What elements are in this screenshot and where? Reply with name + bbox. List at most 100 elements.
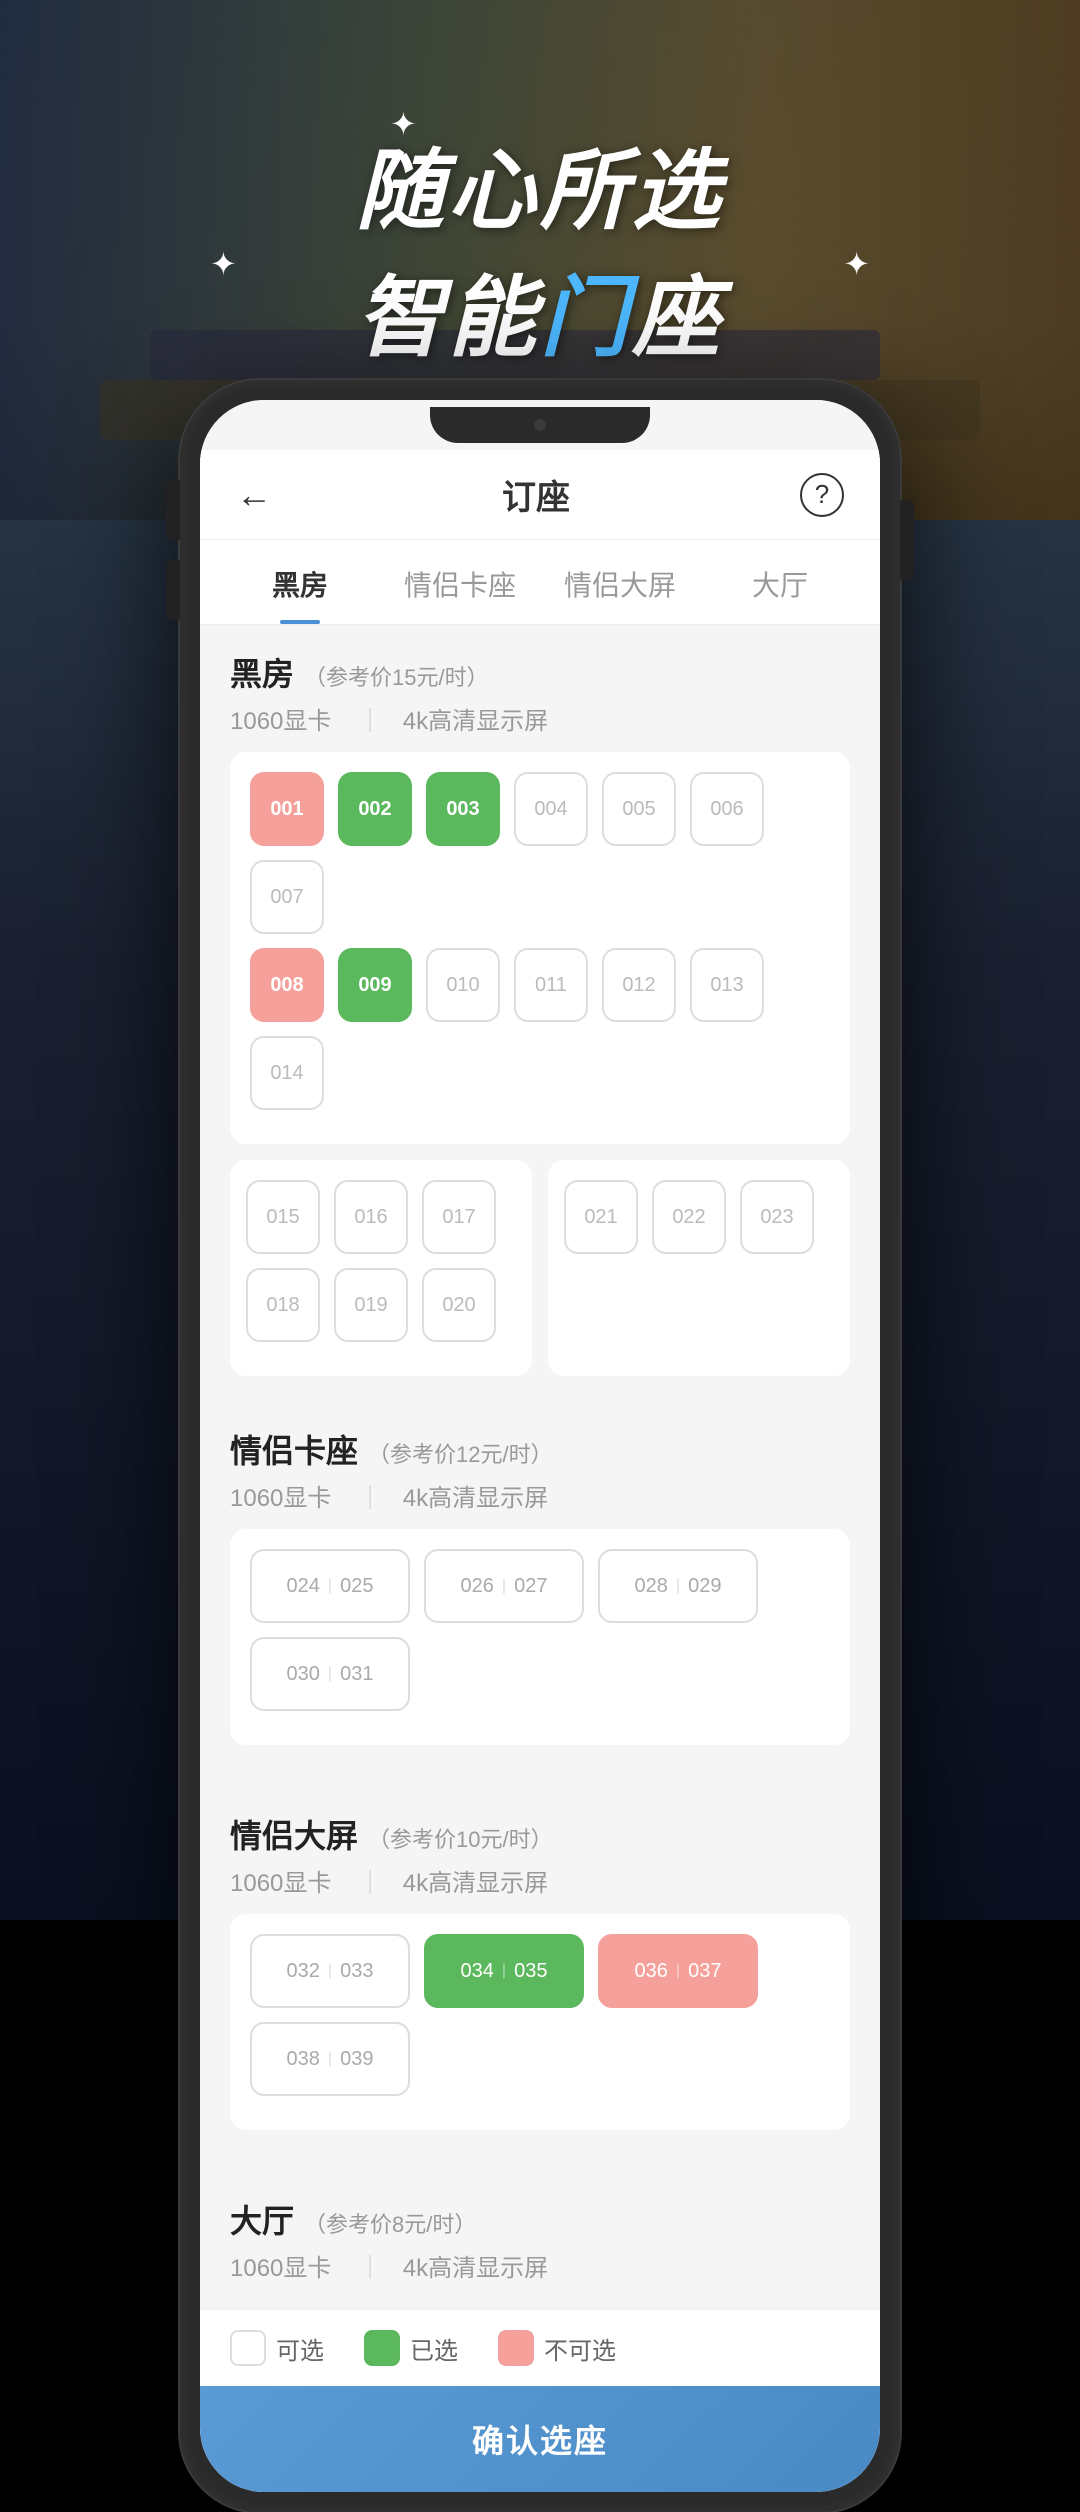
hall-name: 大厅 <box>230 2196 294 2242</box>
seat-013[interactable]: 013 <box>690 948 764 1022</box>
couple-card-title-row: 情侣卡座 （参考价12元/时） <box>230 1426 850 1472</box>
tab-couple-screen[interactable]: 情侣大屏 <box>540 540 700 624</box>
seat-014[interactable]: 014 <box>250 1036 324 1110</box>
dark-room-title-row: 黑房 （参考价15元/时） <box>230 649 850 695</box>
hall-title-row: 大厅 （参考价8元/时） <box>230 2196 850 2242</box>
couple-screen-row: 032 | 033 034 | 035 036 | <box>250 1934 830 2096</box>
seat-015[interactable]: 015 <box>246 1180 320 1254</box>
tab-hall[interactable]: 大厅 <box>700 540 860 624</box>
seat-005[interactable]: 005 <box>602 772 676 846</box>
seat-006[interactable]: 006 <box>690 772 764 846</box>
dark-room-spec: 1060显卡 ｜ 4k高清显示屏 <box>230 701 850 736</box>
couple-screen-038-039[interactable]: 038 | 039 <box>250 2022 410 2096</box>
legend-occupied-label: 不可选 <box>544 2331 616 2366</box>
couple-seat-028-029[interactable]: 028 | 029 <box>598 1549 758 1623</box>
seat-008[interactable]: 008 <box>250 948 324 1022</box>
seat-020[interactable]: 020 <box>422 1268 496 1342</box>
couple-card-row: 024 | 025 026 | 027 028 | <box>250 1549 830 1711</box>
couple-screen-034-035[interactable]: 034 | 035 <box>424 1934 584 2008</box>
legend-available-label: 可选 <box>276 2331 324 2366</box>
seat-row-3: 015 016 017 <box>246 1180 516 1254</box>
legend-selected-box <box>364 2330 400 2366</box>
seat-021[interactable]: 021 <box>564 1180 638 1254</box>
couple-seat-030-031[interactable]: 030 | 031 <box>250 1637 410 1711</box>
couple-screen-seat-area: 032 | 033 034 | 035 036 | <box>230 1914 850 2130</box>
tab-couple-card[interactable]: 情侣卡座 <box>380 540 540 624</box>
app-content: ← 订座 ? 黑房 情侣卡座 情侣大屏 <box>200 450 880 2492</box>
seat-002[interactable]: 002 <box>338 772 412 846</box>
page-title: 订座 <box>502 470 570 519</box>
couple-seat-024-025[interactable]: 024 | 025 <box>250 1549 410 1623</box>
seat-row-2: 008 009 010 011 012 013 014 <box>250 948 830 1110</box>
couple-screen-section: 情侣大屏 （参考价10元/时） 1060显卡 ｜ 4k高清显示屏 032 | <box>200 1787 880 2156</box>
hero-line2-suffix: 座 <box>632 268 724 367</box>
couple-screen-036-037[interactable]: 036 | 037 <box>598 1934 758 2008</box>
star-icon-3: ✦ <box>843 245 870 283</box>
seat-023[interactable]: 023 <box>740 1180 814 1254</box>
dark-room-section: 黑房 （参考价15元/时） 1060显卡 ｜ 4k高清显示屏 001 002 <box>200 625 880 1386</box>
seat-018[interactable]: 018 <box>246 1268 320 1342</box>
couple-seat-026-027[interactable]: 026 | 027 <box>424 1549 584 1623</box>
couple-screen-name: 情侣大屏 <box>230 1811 358 1857</box>
seat-012[interactable]: 012 <box>602 948 676 1022</box>
volume-down-button <box>166 560 180 620</box>
tab-dark-room[interactable]: 黑房 <box>220 540 380 624</box>
seat-row-4: 018 019 020 <box>246 1268 516 1342</box>
couple-card-name: 情侣卡座 <box>230 1426 358 1472</box>
phone-mockup: ← 订座 ? 黑房 情侣卡座 情侣大屏 <box>180 380 900 2512</box>
power-button <box>900 500 914 580</box>
volume-up-button <box>166 480 180 540</box>
seat-016[interactable]: 016 <box>334 1180 408 1254</box>
seat-011[interactable]: 011 <box>514 948 588 1022</box>
app-header: ← 订座 ? <box>200 450 880 540</box>
hall-section: 大厅 （参考价8元/时） 1060显卡 ｜ 4k高清显示屏 <box>200 2172 880 2309</box>
dark-room-price: （参考价15元/时） <box>304 660 489 692</box>
couple-screen-032-033[interactable]: 032 | 033 <box>250 1934 410 2008</box>
seat-003[interactable]: 003 <box>426 772 500 846</box>
dark-room-two-col: 015 016 017 018 019 020 <box>230 1160 850 1376</box>
legend-occupied-box <box>498 2330 534 2366</box>
divider-1 <box>200 1386 880 1402</box>
couple-card-section: 情侣卡座 （参考价12元/时） 1060显卡 ｜ 4k高清显示屏 024 | <box>200 1402 880 1771</box>
legend-selected-label: 已选 <box>410 2331 458 2366</box>
hero-line2: 智能门座 <box>0 247 1080 374</box>
divider-2 <box>200 1771 880 1787</box>
hero-line2-blue: 门 <box>540 268 632 367</box>
tab-bar: 黑房 情侣卡座 情侣大屏 大厅 <box>200 540 880 625</box>
dark-room-seat-area: 001 002 003 004 005 006 007 008 009 <box>230 752 850 1144</box>
seat-009[interactable]: 009 <box>338 948 412 1022</box>
hero-section: 随心所选 智能门座 <box>0 120 1080 374</box>
legend-selected: 已选 <box>364 2330 458 2366</box>
notch <box>430 407 650 443</box>
hero-line2-prefix: 智能 <box>356 268 540 367</box>
hero-line1: 随心所选 <box>0 120 1080 247</box>
confirm-button[interactable]: 确认选座 <box>200 2386 880 2492</box>
couple-screen-spec: 1060显卡 ｜ 4k高清显示屏 <box>230 1863 850 1898</box>
star-icon-1: ✦ <box>390 105 417 143</box>
couple-card-price: （参考价12元/时） <box>368 1437 553 1469</box>
legend-available-box <box>230 2330 266 2366</box>
legend-occupied: 不可选 <box>498 2330 616 2366</box>
couple-screen-price: （参考价10元/时） <box>368 1822 553 1854</box>
dark-room-col-left: 015 016 017 018 019 020 <box>230 1160 532 1376</box>
seat-017[interactable]: 017 <box>422 1180 496 1254</box>
couple-card-spec: 1060显卡 ｜ 4k高清显示屏 <box>230 1478 850 1513</box>
seat-022[interactable]: 022 <box>652 1180 726 1254</box>
dark-room-col-right: 021 022 023 <box>548 1160 850 1376</box>
seat-010[interactable]: 010 <box>426 948 500 1022</box>
divider-3 <box>200 2156 880 2172</box>
dark-room-name: 黑房 <box>230 649 294 695</box>
couple-screen-title-row: 情侣大屏 （参考价10元/时） <box>230 1811 850 1857</box>
hall-price: （参考价8元/时） <box>304 2207 476 2239</box>
legend-bar: 可选 已选 不可选 <box>200 2309 880 2386</box>
star-icon-2: ✦ <box>210 245 237 283</box>
seat-004[interactable]: 004 <box>514 772 588 846</box>
seat-019[interactable]: 019 <box>334 1268 408 1342</box>
seat-001[interactable]: 001 <box>250 772 324 846</box>
seat-row-1: 001 002 003 004 005 006 007 <box>250 772 830 934</box>
back-button[interactable]: ← <box>236 474 272 516</box>
hall-spec: 1060显卡 ｜ 4k高清显示屏 <box>230 2248 850 2283</box>
seat-007[interactable]: 007 <box>250 860 324 934</box>
help-button[interactable]: ? <box>800 473 844 517</box>
notch-bar <box>200 400 880 450</box>
